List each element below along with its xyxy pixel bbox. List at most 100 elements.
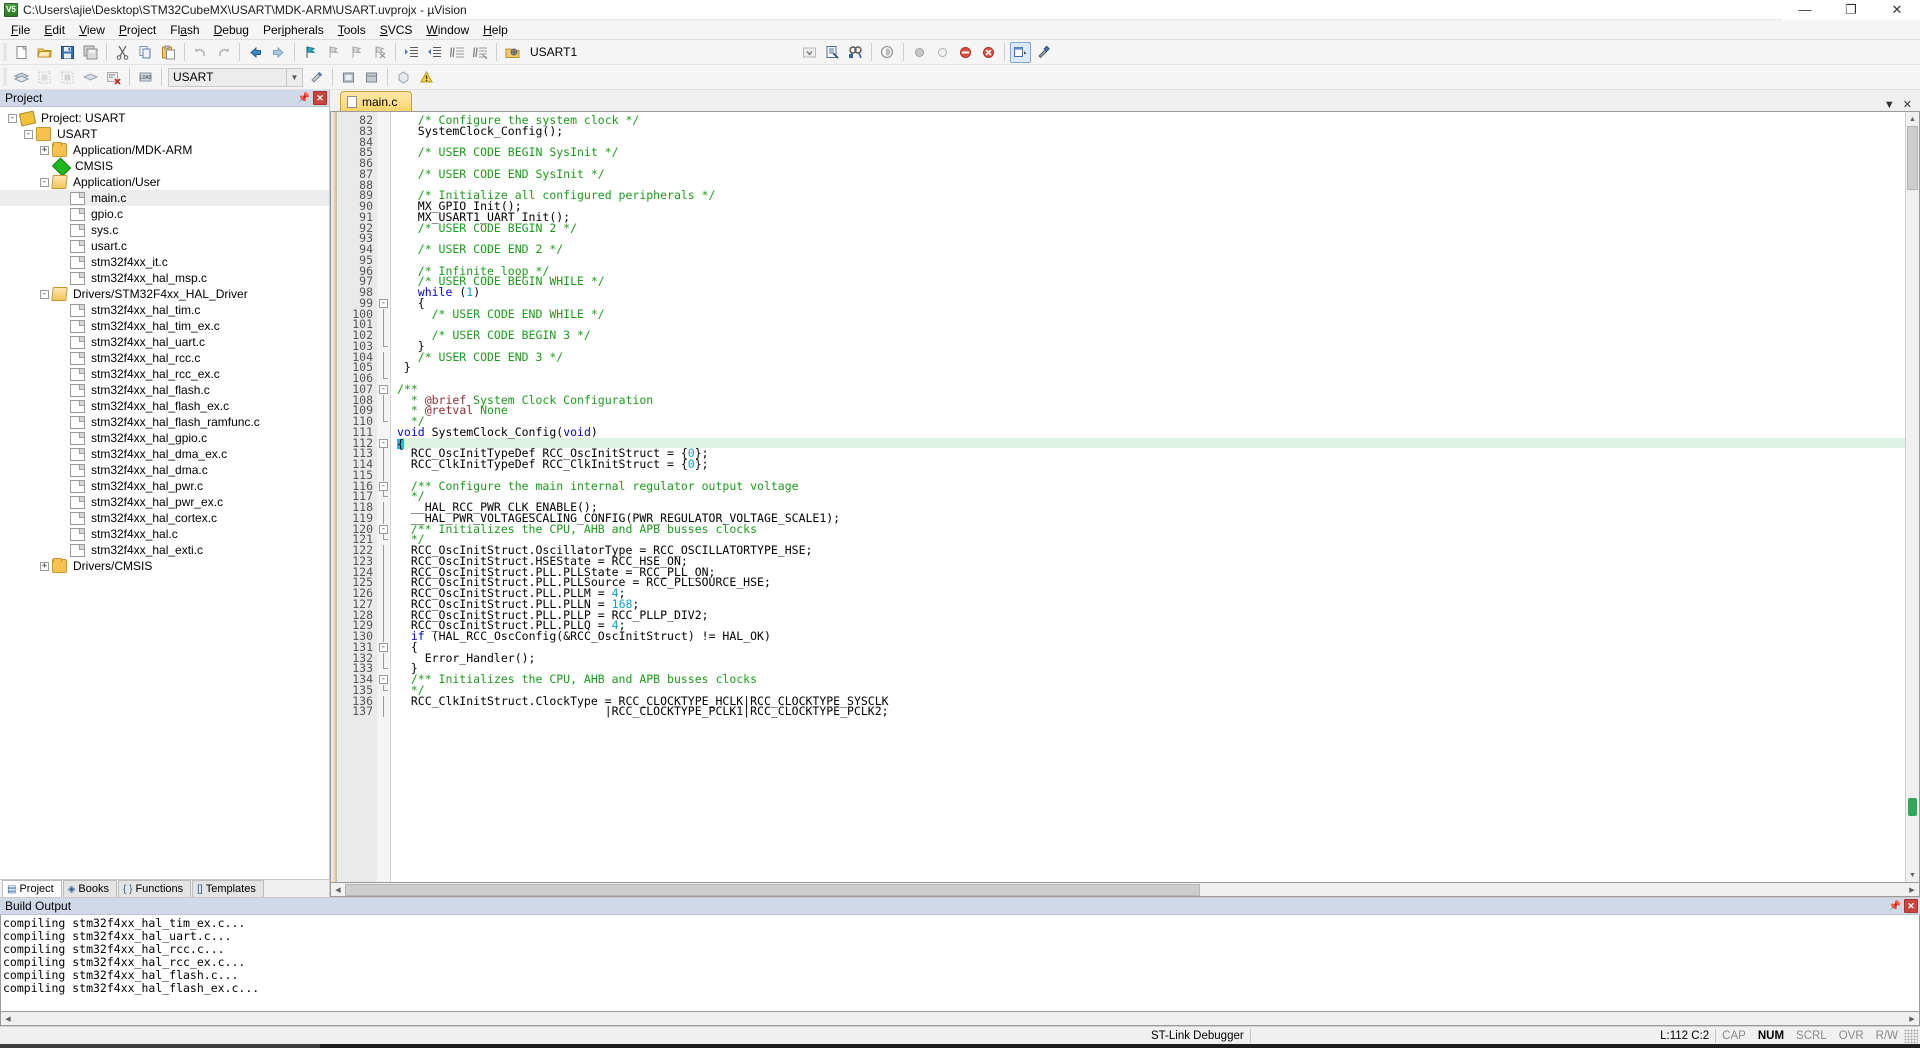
scroll-right-arrow-icon[interactable]: ▶: [1905, 1013, 1919, 1025]
tree-file-item[interactable]: stm32f4xx_hal_dma_ex.c: [0, 446, 329, 462]
chevron-down-icon[interactable]: ▼: [286, 68, 302, 86]
fold-collapse-icon[interactable]: -: [379, 384, 388, 394]
panel-tab-templates[interactable]: [] Templates: [192, 880, 264, 897]
tree-folder-item[interactable]: CMSIS: [0, 156, 329, 177]
build-horizontal-scrollbar[interactable]: ◀ ▶: [0, 1012, 1920, 1026]
collapse-icon[interactable]: -: [40, 177, 49, 187]
hscroll-track[interactable]: [345, 883, 1905, 896]
configure-icon[interactable]: [1033, 42, 1054, 63]
editor-horizontal-scrollbar[interactable]: ◀ ▶: [330, 883, 1920, 897]
comment-icon[interactable]: [447, 42, 468, 63]
indent-icon[interactable]: [401, 42, 422, 63]
fold-collapse-icon[interactable]: -: [379, 481, 388, 491]
build-target-icon[interactable]: [34, 67, 55, 88]
code-line[interactable]: /* USER CODE END SysInit */: [397, 168, 1905, 180]
fold-collapse-icon[interactable]: -: [379, 642, 388, 652]
code-line[interactable]: RCC_ClkInitTypeDef RCC_ClkInitStruct = {…: [397, 458, 1905, 470]
maximize-button[interactable]: ❐: [1828, 0, 1874, 20]
tree-file-item[interactable]: sys.c: [0, 222, 329, 238]
find-in-files-icon[interactable]: [822, 42, 843, 63]
menu-peripherals[interactable]: Peripherals: [256, 21, 331, 39]
code-line[interactable]: /* USER CODE BEGIN SysInit */: [397, 147, 1905, 159]
tree-file-item[interactable]: stm32f4xx_hal_gpio.c: [0, 430, 329, 446]
code-line[interactable]: if (HAL_RCC_OscConfig(&RCC_OscInitStruct…: [397, 630, 1905, 642]
manage-runtime-icon[interactable]: [338, 67, 359, 88]
paste-icon[interactable]: [158, 42, 179, 63]
code-line[interactable]: |RCC_CLOCKTYPE_PCLK1|RCC_CLOCKTYPE_PCLK2…: [397, 706, 1905, 717]
circle-outline-icon[interactable]: [932, 42, 953, 63]
code-line[interactable]: while (1): [397, 286, 1905, 298]
batch-build-icon[interactable]: [80, 67, 101, 88]
panel-tab-functions[interactable]: { } Functions: [117, 880, 192, 897]
code-line[interactable]: [397, 137, 1905, 148]
menu-flash[interactable]: Flash: [163, 21, 206, 39]
code-line[interactable]: void SystemClock_Config(void): [397, 426, 1905, 438]
navigate-back-icon[interactable]: [245, 42, 266, 63]
menu-project[interactable]: Project: [112, 21, 163, 39]
build-output-text[interactable]: compiling stm32f4xx_hal_tim_ex.c... compi…: [0, 915, 1920, 1012]
tree-file-item[interactable]: main.c: [0, 190, 329, 206]
new-file-icon[interactable]: [11, 42, 32, 63]
stop-icon[interactable]: [978, 42, 999, 63]
fold-marker[interactable]: -: [377, 298, 390, 309]
tree-file-item[interactable]: stm32f4xx_hal_tim_ex.c: [0, 318, 329, 334]
tree-file-item[interactable]: stm32f4xx_hal_rcc.c: [0, 350, 329, 366]
scroll-up-arrow-icon[interactable]: ▲: [1906, 112, 1919, 126]
code-line[interactable]: [397, 319, 1905, 330]
minimize-button[interactable]: —: [1782, 0, 1828, 20]
close-icon[interactable]: ✕: [313, 91, 327, 105]
magnifier-icon[interactable]: [877, 42, 898, 63]
open-file-icon[interactable]: [34, 42, 55, 63]
collapse-icon[interactable]: -: [8, 113, 17, 123]
resize-grip-icon[interactable]: [1904, 1028, 1918, 1043]
vscroll-track[interactable]: [1906, 126, 1919, 868]
fold-marker[interactable]: -: [377, 642, 390, 653]
scroll-right-arrow-icon[interactable]: ▶: [1905, 884, 1919, 896]
code-line[interactable]: SystemClock_Config();: [397, 125, 1905, 137]
code-line[interactable]: /* USER CODE END WHILE */: [397, 308, 1905, 320]
redo-icon[interactable]: [213, 42, 234, 63]
vscroll-thumb[interactable]: [1907, 126, 1918, 190]
bookmark-clear-icon[interactable]: [369, 42, 390, 63]
target-options-icon-2[interactable]: [306, 67, 327, 88]
code-line[interactable]: }: [397, 340, 1905, 352]
tree-file-item[interactable]: stm32f4xx_hal_msp.c: [0, 270, 329, 286]
tree-file-item[interactable]: stm32f4xx_hal_cortex.c: [0, 510, 329, 526]
code-line[interactable]: }: [397, 362, 1905, 373]
fold-marker[interactable]: -: [377, 384, 390, 395]
download-icon[interactable]: LOAD: [135, 67, 156, 88]
fold-marker[interactable]: -: [377, 524, 390, 535]
uncomment-icon[interactable]: [470, 42, 491, 63]
code-line[interactable]: /* USER CODE END 3 */: [397, 351, 1905, 363]
code-line[interactable]: /** Initializes the CPU, AHB and APB bus…: [397, 673, 1905, 685]
circle-icon[interactable]: [909, 42, 930, 63]
tree-folder-item[interactable]: - Drivers/STM32F4xx_HAL_Driver: [0, 286, 329, 302]
editor-tab-list-button[interactable]: ▼: [1880, 99, 1899, 111]
copy-icon[interactable]: [135, 42, 156, 63]
tree-file-item[interactable]: stm32f4xx_hal_uart.c: [0, 334, 329, 350]
menu-edit[interactable]: Edit: [37, 21, 72, 39]
pin-icon[interactable]: 📌: [297, 91, 311, 105]
tree-file-item[interactable]: stm32f4xx_hal_exti.c: [0, 542, 329, 558]
dropdown-arrow-icon[interactable]: [799, 42, 820, 63]
svcs-icon[interactable]: [416, 67, 437, 88]
tree-folder-item[interactable]: + Drivers/CMSIS: [0, 558, 329, 574]
build-toolbar-grip[interactable]: [3, 68, 7, 86]
hscroll-thumb[interactable]: [345, 883, 1200, 896]
project-tree[interactable]: - Project: USART - USART + Application/MDK-AR…: [0, 107, 329, 879]
target-options-icon[interactable]: [502, 42, 523, 63]
stop-build-icon[interactable]: [103, 67, 124, 88]
pack-installer-icon[interactable]: [361, 67, 382, 88]
project-target-combo[interactable]: USART ▼: [168, 67, 303, 87]
save-icon[interactable]: [57, 42, 78, 63]
tree-folder-item[interactable]: - Project: USART: [0, 110, 329, 126]
no-entry-icon[interactable]: [955, 42, 976, 63]
tree-file-item[interactable]: stm32f4xx_hal_tim.c: [0, 302, 329, 318]
code-line[interactable]: /* Infinite loop */: [397, 265, 1905, 277]
build-file-icon[interactable]: [11, 67, 32, 88]
tree-file-item[interactable]: stm32f4xx_hal_flash_ex.c: [0, 398, 329, 414]
code-line[interactable]: /** Configure the main internal regulato…: [397, 480, 1905, 492]
code-line[interactable]: [397, 255, 1905, 266]
close-icon[interactable]: ✕: [1904, 899, 1918, 913]
scroll-left-arrow-icon[interactable]: ◀: [1, 1013, 15, 1025]
